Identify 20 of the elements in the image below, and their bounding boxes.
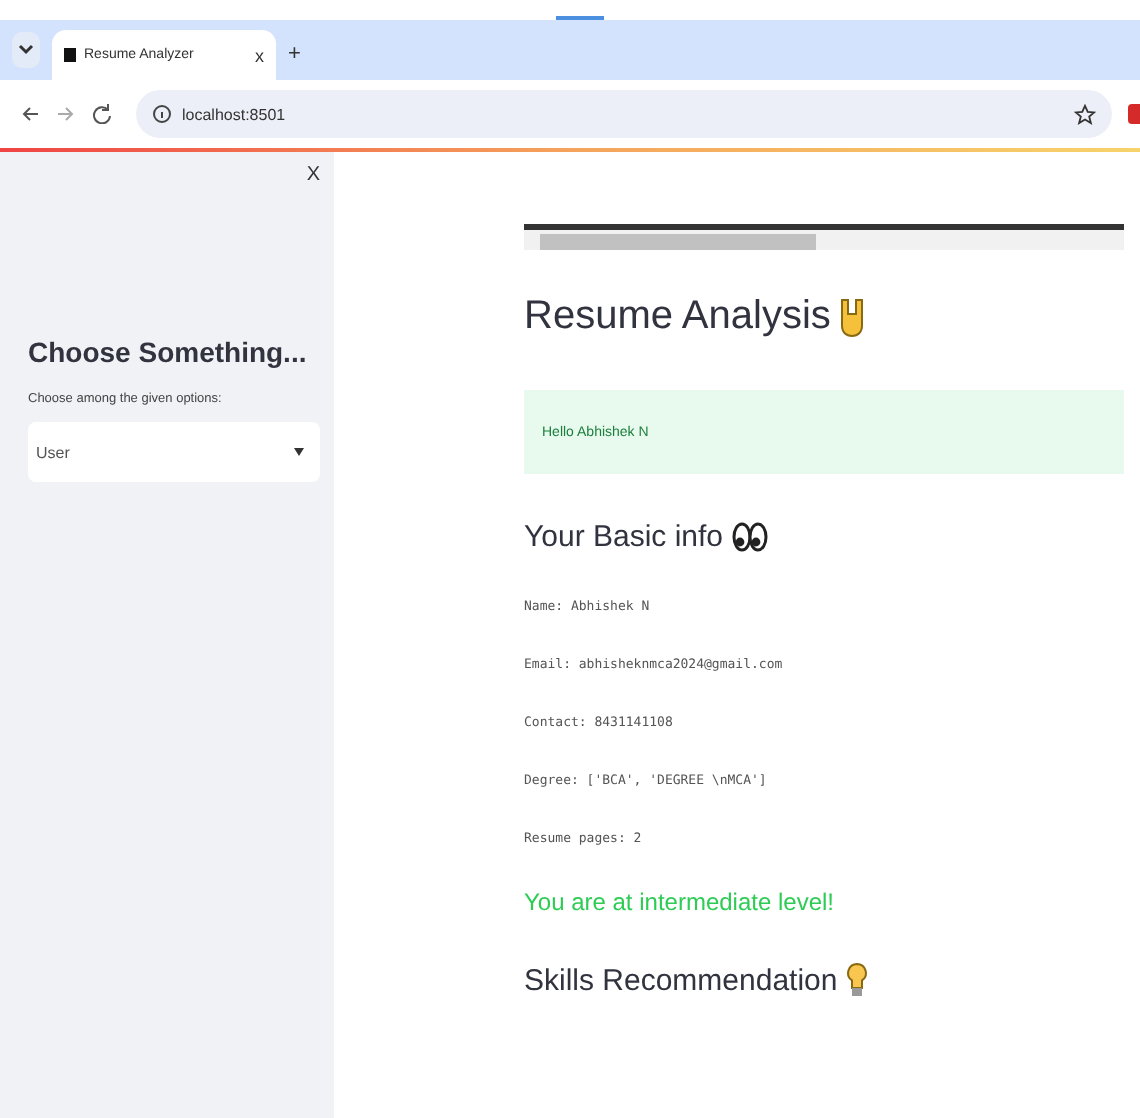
close-sidebar-button[interactable]: X (306, 164, 320, 186)
favicon-icon (64, 48, 76, 62)
section-heading: Your Basic info (524, 520, 724, 554)
bookmark-star-icon[interactable] (1074, 103, 1096, 125)
section-heading: Skills Recommendation (524, 963, 838, 997)
level-message: You are at intermediate level! (524, 888, 836, 916)
page-title: Resume Analysis (524, 294, 831, 340)
caret-icon (294, 448, 304, 456)
info-icon (152, 104, 172, 124)
light-bulb-icon (845, 962, 868, 998)
horizontal-scrollbar[interactable] (524, 224, 1124, 250)
new-tab-button[interactable]: + (288, 42, 301, 66)
reload-icon[interactable] (92, 104, 112, 124)
close-tab-button[interactable]: x (255, 45, 264, 65)
eyes-icon (731, 522, 768, 552)
option-select[interactable]: User (28, 422, 320, 482)
back-icon[interactable] (20, 104, 40, 124)
sidebar-heading: Choose Something... (28, 336, 309, 368)
tab-list-icon[interactable] (12, 32, 40, 68)
address-bar[interactable]: localhost:8501 (136, 90, 1112, 138)
